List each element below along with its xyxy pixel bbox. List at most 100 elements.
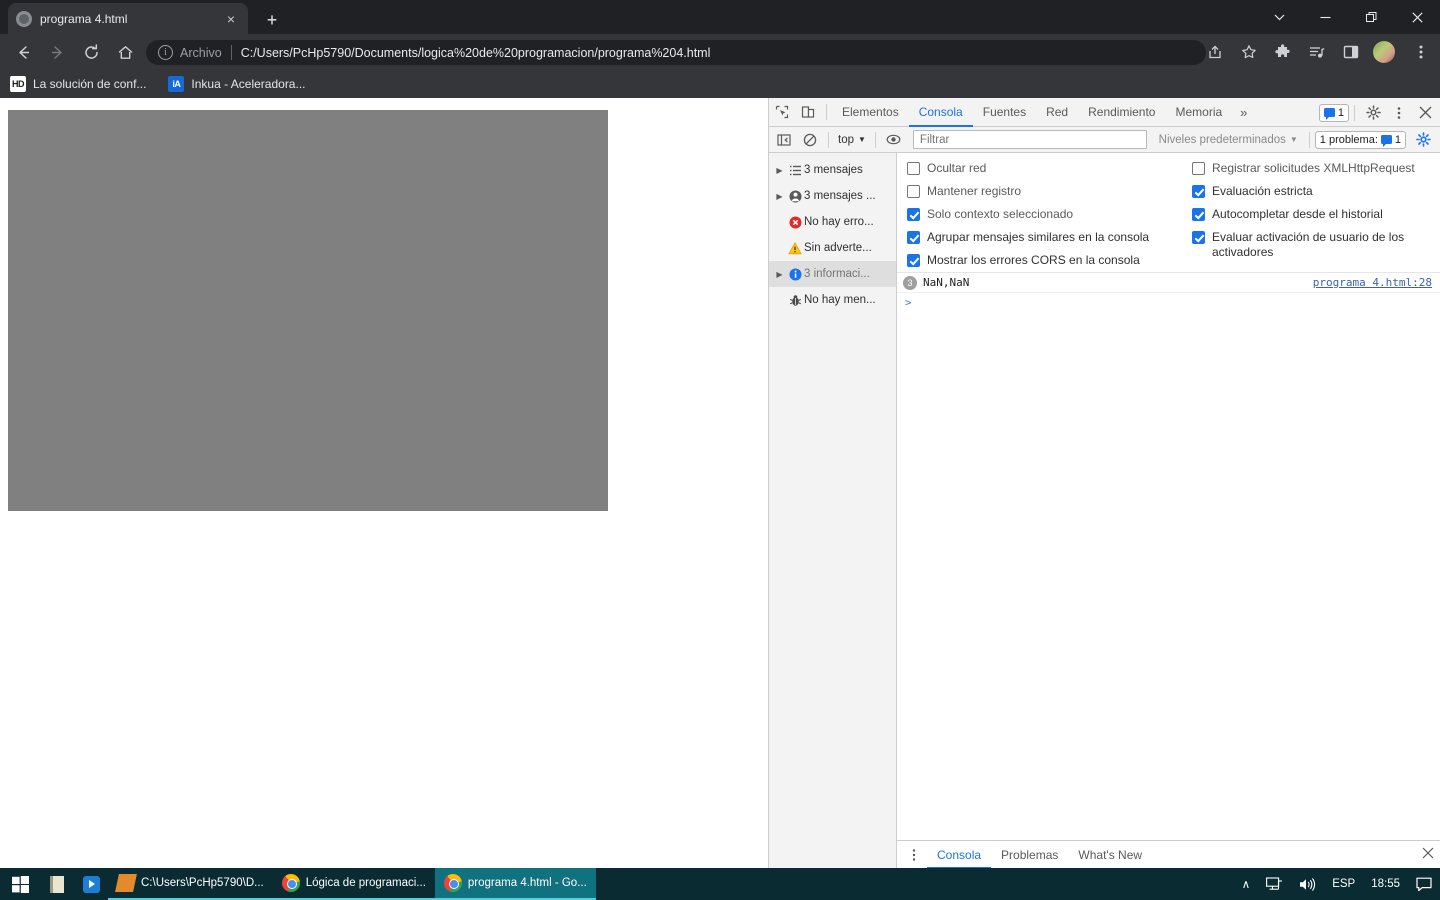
tab-consola[interactable]: Consola	[909, 98, 973, 127]
console-message-text: NaN,NaN	[923, 276, 970, 289]
back-button[interactable]	[8, 37, 38, 67]
message-count-badge[interactable]: 1	[1318, 103, 1349, 122]
drawer-more-icon[interactable]	[901, 842, 927, 868]
tray-overflow-icon[interactable]: ∧	[1234, 868, 1258, 900]
drawer-tab-consola[interactable]: Consola	[927, 841, 991, 869]
side-panel-icon[interactable]	[1336, 37, 1366, 67]
tab-close-icon[interactable]: ×	[222, 10, 240, 28]
media-player-icon[interactable]	[74, 868, 108, 900]
tab-elementos[interactable]: Elementos	[832, 98, 909, 127]
notification-icon[interactable]	[1408, 868, 1440, 900]
network-icon[interactable]	[1258, 868, 1291, 900]
share-icon[interactable]	[1200, 37, 1230, 67]
sidebar-item-errors[interactable]: No hay erro...	[769, 209, 896, 235]
volume-icon[interactable]	[1291, 868, 1324, 900]
setting-mantener-registro[interactable]: Mantener registro	[907, 184, 1192, 199]
taskbar-item-chrome-logica[interactable]: Lógica de programaci...	[272, 868, 435, 900]
checkbox[interactable]	[907, 162, 920, 175]
clear-console-icon[interactable]	[797, 127, 823, 153]
taskbar-item-sublime[interactable]: C:\Users\PcHp5790\D...	[108, 868, 273, 900]
expand-arrow-icon[interactable]: ▶	[773, 270, 786, 279]
setting-agrupar-mensajes[interactable]: Agrupar mensajes similares en la consola	[907, 230, 1192, 245]
tab-rendimiento[interactable]: Rendimiento	[1078, 98, 1165, 127]
console-body: ▶ 3 mensajes ▶ 3 mensajes ... No hay err…	[769, 153, 1440, 868]
three-dot-menu-icon[interactable]	[1406, 37, 1436, 67]
console-message-row[interactable]: 3 NaN,NaN programa 4.html:28	[897, 273, 1440, 293]
console-settings-gear-icon[interactable]	[1410, 127, 1436, 153]
taskbar-item-chrome-programa[interactable]: programa 4.html - Go...	[434, 868, 596, 900]
tab-red[interactable]: Red	[1036, 98, 1078, 127]
issue-icon	[1380, 135, 1392, 147]
minimize-icon[interactable]	[1302, 0, 1348, 34]
gear-icon[interactable]	[1360, 100, 1386, 126]
console-sidebar-toggle-icon[interactable]	[771, 127, 797, 153]
sidebar-item-label: 3 mensajes ...	[804, 190, 876, 202]
divider	[874, 131, 876, 148]
checkbox[interactable]	[1192, 231, 1205, 244]
setting-label: Autocompletar desde el historial	[1212, 207, 1383, 221]
star-icon[interactable]	[1234, 37, 1264, 67]
inspect-element-icon[interactable]	[769, 99, 795, 125]
new-tab-button[interactable]: +	[258, 6, 286, 34]
setting-solo-contexto[interactable]: Solo contexto seleccionado	[907, 207, 1192, 222]
globe-icon	[16, 10, 32, 27]
setting-xmlhttprequest[interactable]: Registrar solicitudes XMLHttpRequest	[1192, 161, 1430, 176]
divider	[1354, 104, 1355, 121]
home-button[interactable]	[110, 37, 140, 67]
sidebar-item-info[interactable]: ▶ 3 informaci...	[769, 261, 896, 287]
devtools-close-icon[interactable]	[1412, 100, 1438, 126]
devtools-panel: Elementos Consola Fuentes Red Rendimient…	[768, 98, 1440, 868]
sidebar-item-verbose[interactable]: No hay men...	[769, 287, 896, 313]
setting-label: Registrar solicitudes XMLHttpRequest	[1212, 161, 1415, 175]
checkbox[interactable]	[1192, 185, 1205, 198]
notepad-icon[interactable]	[40, 868, 74, 900]
tab-fuentes[interactable]: Fuentes	[973, 98, 1036, 127]
expand-arrow-icon[interactable]: ▶	[773, 192, 786, 201]
checkbox[interactable]	[907, 231, 920, 244]
checkbox[interactable]	[907, 185, 920, 198]
expand-arrow-icon[interactable]: ▶	[773, 166, 786, 175]
setting-ocultar-red[interactable]: Ocultar red	[907, 161, 1192, 176]
avatar[interactable]	[1373, 41, 1395, 63]
tab-memoria[interactable]: Memoria	[1165, 98, 1232, 127]
checkbox[interactable]	[1192, 208, 1205, 221]
execution-context-select[interactable]: top ▼	[834, 134, 870, 146]
more-tabs-icon[interactable]: »	[1232, 105, 1255, 120]
console-message-source-link[interactable]: programa 4.html:28	[1313, 276, 1432, 289]
console-filter-input[interactable]	[912, 130, 1147, 149]
browser-tab[interactable]: programa 4.html ×	[8, 3, 248, 34]
puzzle-icon[interactable]	[1268, 37, 1298, 67]
devtools-more-icon[interactable]	[1386, 100, 1412, 126]
setting-evaluacion-estricta[interactable]: Evaluación estricta	[1192, 184, 1430, 199]
checkbox[interactable]	[907, 208, 920, 221]
sidebar-item-warnings[interactable]: Sin adverte...	[769, 235, 896, 261]
sidebar-item-messages[interactable]: ▶ 3 mensajes	[769, 157, 896, 183]
language-indicator[interactable]: ESP	[1324, 868, 1363, 900]
drawer-tab-problemas[interactable]: Problemas	[991, 841, 1068, 869]
address-bar[interactable]: i Archivo C:/Users/PcHp5790/Documents/lo…	[146, 40, 1206, 65]
close-icon[interactable]	[1394, 0, 1440, 34]
live-expression-icon[interactable]	[881, 127, 907, 153]
console-prompt[interactable]: >	[897, 293, 1440, 311]
setting-errores-cors[interactable]: Mostrar los errores CORS en la consola	[907, 253, 1192, 268]
issues-badge[interactable]: 1 problema: 1	[1314, 130, 1406, 149]
sidebar-item-user-messages[interactable]: ▶ 3 mensajes ...	[769, 183, 896, 209]
bookmark-item[interactable]: HD La solución de conf...	[10, 76, 146, 92]
reload-button[interactable]	[76, 37, 106, 67]
device-toolbar-icon[interactable]	[795, 99, 821, 125]
drawer-close-icon[interactable]	[1422, 847, 1434, 862]
setting-activacion-usuario[interactable]: Evaluar activación de usuario de los act…	[1192, 230, 1430, 260]
bookmark-item[interactable]: iA Inkua - Aceleradora...	[168, 76, 306, 92]
checkbox[interactable]	[907, 254, 920, 267]
drawer-tab-whats-new[interactable]: What's New	[1068, 841, 1152, 869]
checkbox[interactable]	[1192, 162, 1205, 175]
site-info-icon[interactable]: i	[158, 45, 173, 60]
media-list-icon[interactable]	[1302, 37, 1332, 67]
tab-search-icon[interactable]	[1256, 0, 1302, 34]
clock[interactable]: 18:55	[1363, 868, 1408, 900]
setting-autocompletar[interactable]: Autocompletar desde el historial	[1192, 207, 1430, 222]
log-levels-label: Niveles predeterminados	[1158, 133, 1286, 146]
restore-icon[interactable]	[1348, 0, 1394, 34]
log-levels-select[interactable]: Niveles predeterminados ▼	[1153, 134, 1304, 146]
windows-start-icon[interactable]	[0, 868, 40, 900]
